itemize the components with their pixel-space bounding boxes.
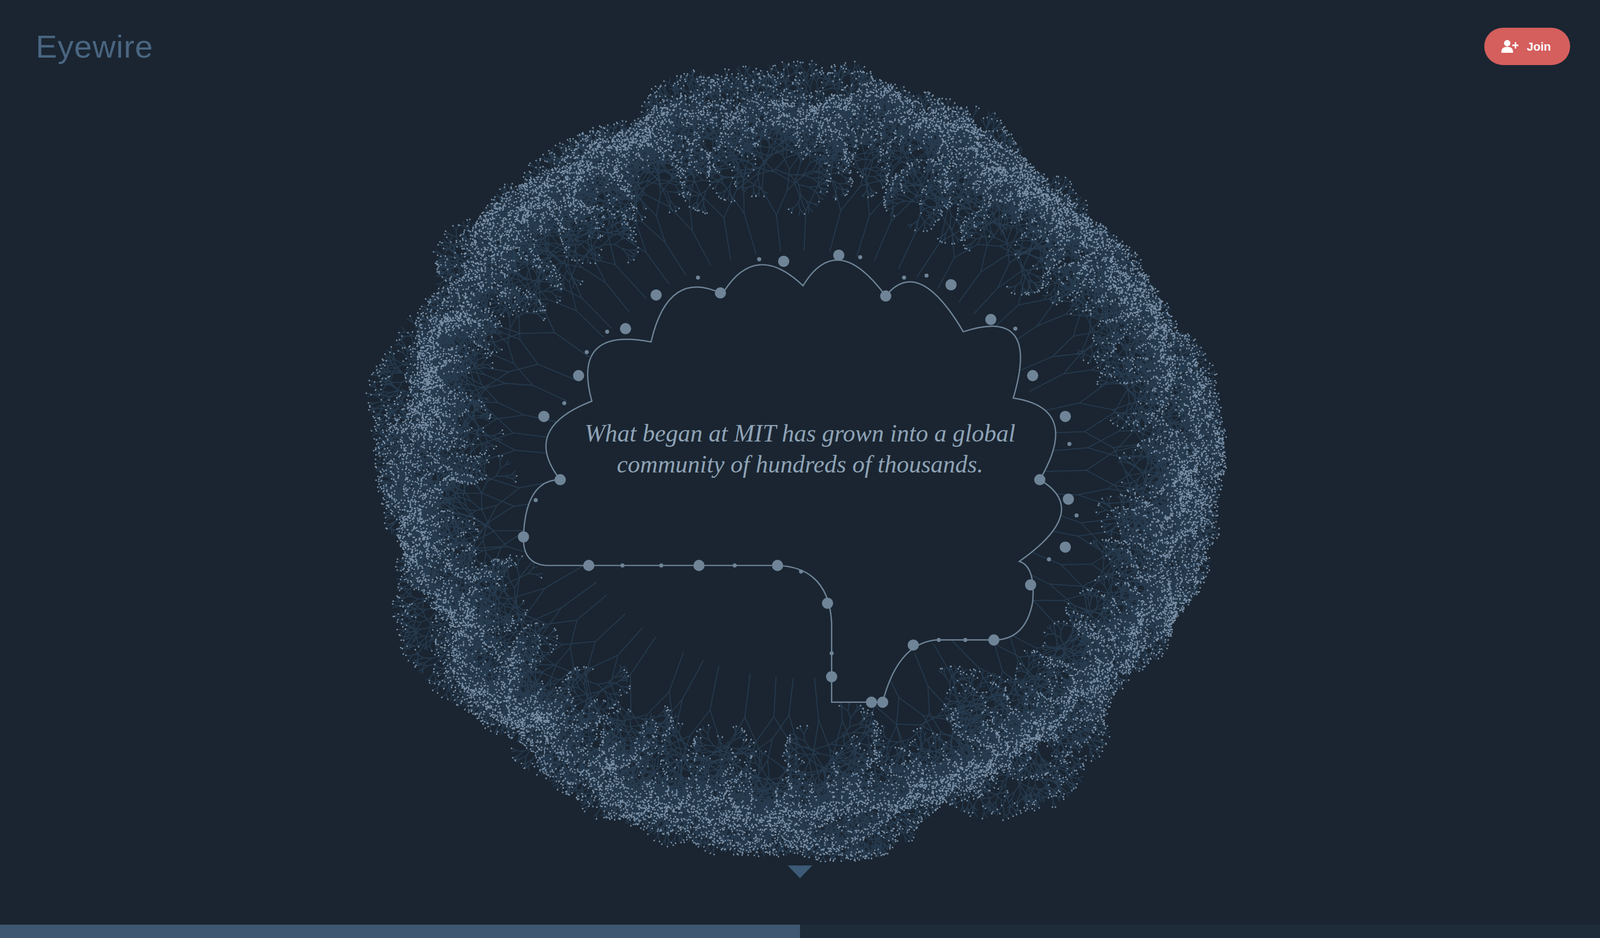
- quote-line: community of hundreds of thousands.: [584, 449, 1016, 480]
- join-button[interactable]: Join: [1484, 27, 1571, 66]
- progress-fill: [0, 924, 800, 938]
- scroll-down-icon[interactable]: [787, 865, 813, 879]
- user-plus-icon: [1501, 39, 1519, 54]
- hero-quote: What began at MIT has grown into a globa…: [584, 418, 1016, 480]
- quote-line: What began at MIT has grown into a globa…: [584, 418, 1016, 450]
- hero: What began at MIT has grown into a globa…: [0, 0, 1600, 938]
- progress-track: [0, 924, 1600, 938]
- logo[interactable]: Eyewire: [35, 27, 154, 67]
- landing-page: Eyewire Join What began at MIT has grown…: [0, 0, 1600, 938]
